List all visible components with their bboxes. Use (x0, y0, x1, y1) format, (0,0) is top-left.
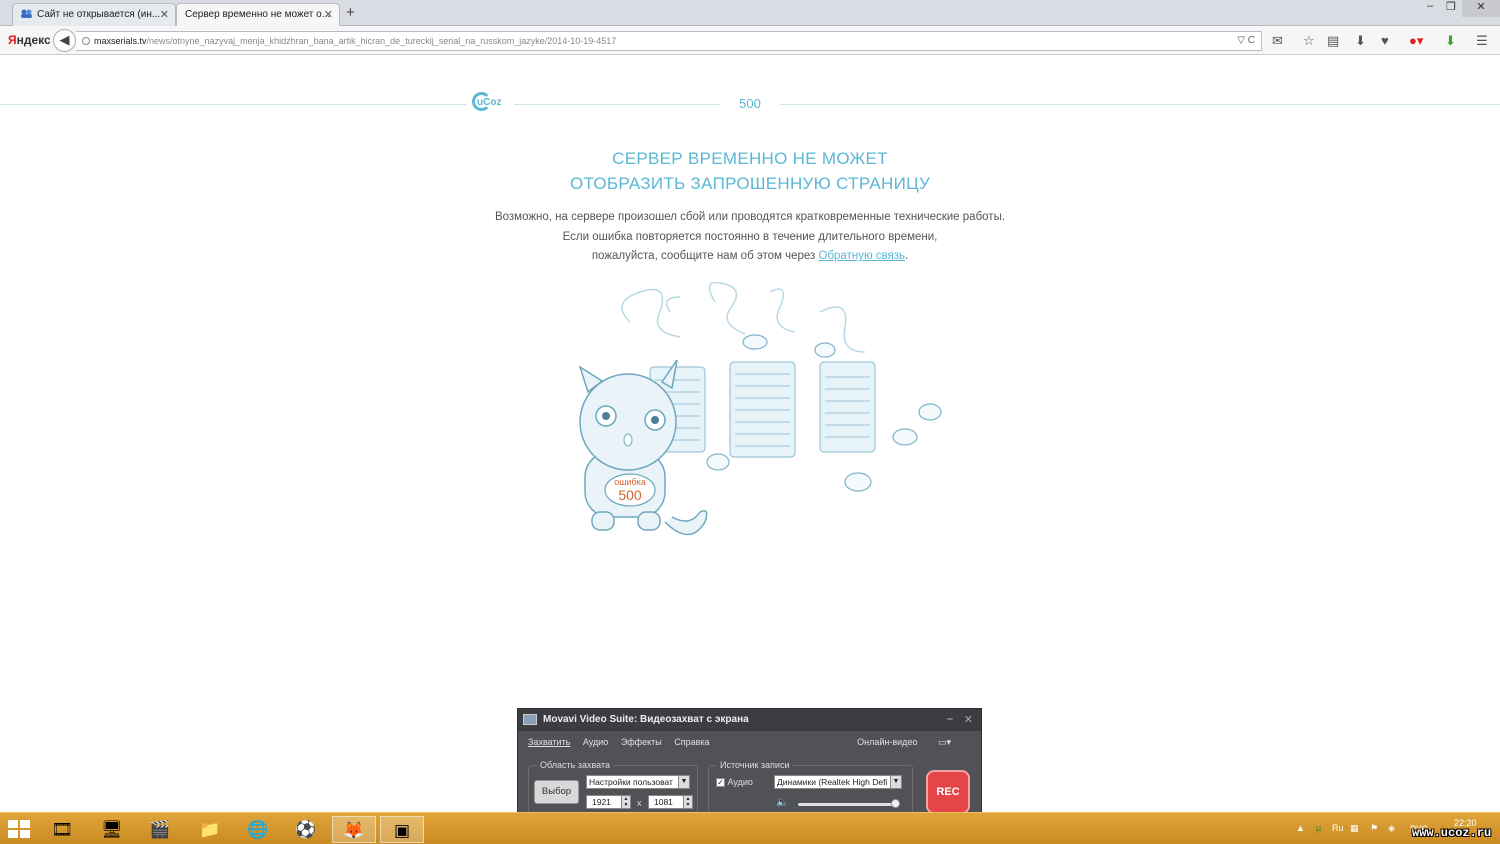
audio-checkbox[interactable]: ✓ Аудио (716, 777, 753, 787)
utorrent-icon[interactable]: µ (1316, 823, 1321, 833)
close-tab-icon[interactable]: ✕ (324, 8, 333, 21)
menu-audio[interactable]: Аудио (583, 737, 608, 747)
close-tab-icon[interactable]: ✕ (160, 8, 169, 21)
movavi-icon[interactable]: ▣ (380, 816, 424, 843)
online-video-menu[interactable]: Онлайн-видео ▭▾ (857, 737, 961, 748)
clipboard-icon[interactable]: ▤ (1327, 33, 1339, 49)
menu-capture[interactable]: Захватить (528, 737, 570, 747)
movavi-capture-window: Movavi Video Suite: Видеозахват с экрана… (517, 708, 982, 828)
volume-slider-handle[interactable] (891, 799, 900, 808)
flag-icon[interactable]: ⚑ (1370, 823, 1378, 834)
minimize-button[interactable]: – (1420, 0, 1440, 17)
back-button[interactable]: ◀ (53, 29, 76, 52)
firefox-icon[interactable]: 🦊 (332, 816, 376, 843)
globe-icon (82, 37, 90, 45)
movavi-app-icon (523, 714, 537, 725)
windows-start-icon[interactable] (8, 820, 30, 838)
minimize-icon[interactable]: – (947, 713, 953, 725)
select-area-button[interactable]: Выбор (534, 780, 579, 804)
yandex-logo[interactable]: Яндекс (8, 33, 51, 47)
error-description: Возможно, на сервере произошел сбой или … (494, 211, 1006, 262)
speaker-icon: 🔈 (776, 797, 789, 808)
rec-button[interactable]: REC (926, 770, 970, 814)
error-code: 500 (739, 96, 761, 111)
menu-effects[interactable]: Эффекты (621, 737, 662, 747)
download-icon[interactable]: ⬇ (1355, 33, 1366, 49)
taskbar: 🎞 🖥 🎬 📁 🌐 ⚽ 🦊 ▣ ▲ µ Ru ▦ ⚑ ◈ РУС 22:20 (0, 812, 1500, 844)
new-tab-button[interactable]: + (346, 4, 355, 21)
address-bar[interactable]: maxserials.tv/news/otnyne_nazyvaj_menja_… (76, 31, 1262, 51)
audio-device-select[interactable]: Динамики (Realtek High Defi ▼ (774, 775, 902, 789)
divider (514, 104, 720, 105)
movavi-menu: Захватить Аудио Эффекты Справка Онлайн-в… (518, 731, 981, 753)
menu-help[interactable]: Справка (674, 737, 709, 747)
adblock-icon[interactable]: ●▾ (1409, 33, 1423, 49)
tab-site-not-opening[interactable]: Сайт не открывается (ин... ✕ (12, 3, 176, 26)
preset-select[interactable]: Настройки пользоват ▼ (586, 775, 690, 789)
watermark: www.ucoz.ru (1412, 826, 1492, 840)
shield-icon[interactable]: ◈ (1388, 823, 1395, 834)
film-icon[interactable]: 🎬 (138, 816, 182, 843)
monitor-icon: ▭▾ (937, 737, 951, 747)
football-icon[interactable]: ⚽ (284, 816, 328, 843)
height-stepper[interactable]: 1081 ▲ ▼ (648, 795, 693, 809)
mail-icon[interactable]: ✉ (1272, 33, 1283, 49)
server-cat-illustration: ошибка 500 (578, 282, 942, 536)
close-window-button[interactable]: ✕ (1462, 0, 1500, 17)
ucoz-logo[interactable]: uCoz (472, 92, 501, 111)
chevron-down-icon: ▼ (890, 776, 901, 788)
navigation-bar: Яндекс ◀ maxserials.tv/news/otnyne_nazyv… (0, 26, 1500, 55)
tab-server-error[interactable]: Сервер временно не может о... ✕ (176, 3, 340, 27)
page-title: СЕРВЕР ВРЕМЕННО НЕ МОЖЕТ ОТОБРАЗИТЬ ЗАПР… (569, 149, 931, 193)
shirt-label: ошибка (614, 477, 646, 487)
star-icon[interactable]: ☆ (1303, 33, 1315, 49)
restore-button[interactable]: ❐ (1440, 0, 1462, 17)
volume-slider[interactable] (798, 803, 898, 806)
feedback-link[interactable]: Обратную связь (819, 250, 905, 262)
save-icon[interactable]: ⬇ (1445, 33, 1456, 49)
close-icon[interactable]: ✕ (964, 713, 973, 726)
record-source-group: Источник записи (708, 760, 913, 817)
chevron-down-icon: ▼ (678, 776, 689, 788)
globe-icon[interactable]: 🌐 (236, 816, 280, 843)
shirt-code: 500 (618, 487, 642, 503)
tab-strip: Сайт не открывается (ин... ✕ Сервер врем… (0, 0, 1500, 27)
divider (780, 104, 1500, 105)
menu-icon[interactable]: ☰ (1476, 33, 1488, 49)
error-page: uCoz 500 СЕРВЕР ВРЕМЕННО НЕ МОЖЕТ ОТОБРА… (0, 56, 1500, 812)
browser-window: Сайт не открывается (ин... ✕ Сервер врем… (0, 0, 1500, 812)
people-icon (21, 9, 32, 18)
monitor-icon[interactable]: 🖥 (90, 816, 134, 843)
movavi-title-bar[interactable]: Movavi Video Suite: Видеозахват с экрана… (518, 709, 981, 731)
url-tools[interactable]: ▽ C (1237, 32, 1255, 50)
network-icon[interactable]: ▦ (1350, 823, 1359, 834)
media-player-icon[interactable]: 🎞 (40, 816, 84, 843)
tray-arrow-icon[interactable]: ▲ (1296, 823, 1305, 833)
divider (0, 104, 466, 105)
folder-icon[interactable]: 📁 (188, 816, 232, 843)
ru-icon[interactable]: Ru (1332, 823, 1344, 833)
extension-icon[interactable]: ♥ (1381, 33, 1389, 48)
width-stepper[interactable]: 1921 ▲ ▼ (586, 795, 631, 809)
